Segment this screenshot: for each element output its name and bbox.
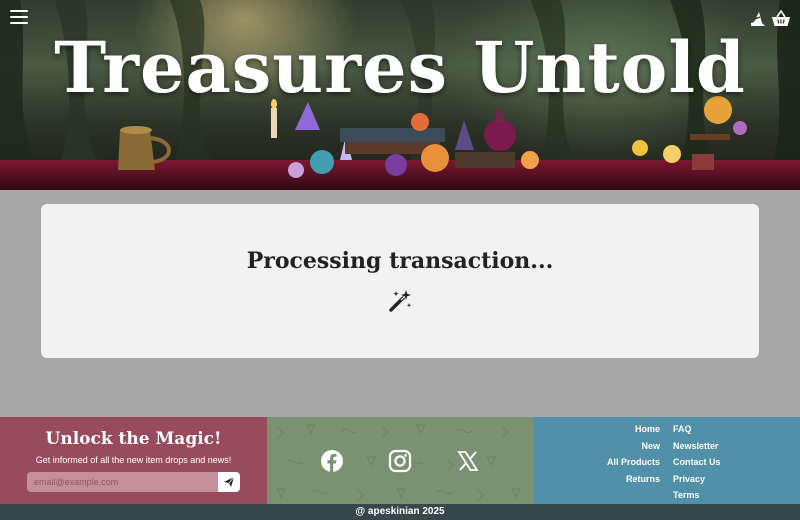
send-email-button[interactable]	[218, 472, 240, 492]
footer-link-home[interactable]: Home	[607, 421, 660, 438]
footer-links-left: Home New All Products Returns	[607, 421, 660, 487]
instagram-icon[interactable]	[388, 449, 412, 473]
paper-plane-icon	[224, 476, 235, 487]
copyright-text: @ apeskinian 2025	[355, 506, 445, 517]
email-field[interactable]	[27, 472, 218, 492]
magic-wand-icon	[389, 290, 412, 312]
hero-banner: Treasures Untold	[0, 0, 800, 190]
footer-link-newsletter[interactable]: Newsletter	[673, 438, 721, 455]
footer-link-privacy[interactable]: Privacy	[673, 471, 721, 488]
processing-status-text: Processing transaction...	[246, 248, 554, 274]
copyright-bar: @ apeskinian 2025	[0, 504, 800, 520]
footer-link-returns[interactable]: Returns	[607, 471, 660, 488]
footer-links-right: FAQ Newsletter Contact Us Privacy Terms	[673, 421, 721, 504]
footer-link-terms[interactable]: Terms	[673, 487, 721, 504]
footer-link-contact-us[interactable]: Contact Us	[673, 454, 721, 471]
site-title[interactable]: Treasures Untold	[0, 26, 800, 109]
social-section	[267, 417, 534, 504]
menu-button[interactable]	[10, 10, 28, 26]
newsletter-subtitle: Get informed of all the new item drops a…	[35, 455, 232, 465]
footer-link-faq[interactable]: FAQ	[673, 421, 721, 438]
footer-link-new[interactable]: New	[607, 438, 660, 455]
facebook-icon[interactable]	[320, 449, 344, 473]
footer-link-all-products[interactable]: All Products	[607, 454, 660, 471]
hamburger-menu-icon	[10, 10, 28, 12]
footer-links-section: Home New All Products Returns FAQ Newsle…	[534, 417, 800, 504]
x-icon[interactable]	[456, 449, 480, 473]
processing-card: Processing transaction...	[41, 204, 759, 358]
newsletter-section: Unlock the Magic! Get informed of all th…	[0, 417, 267, 504]
newsletter-title: Unlock the Magic!	[45, 429, 222, 449]
